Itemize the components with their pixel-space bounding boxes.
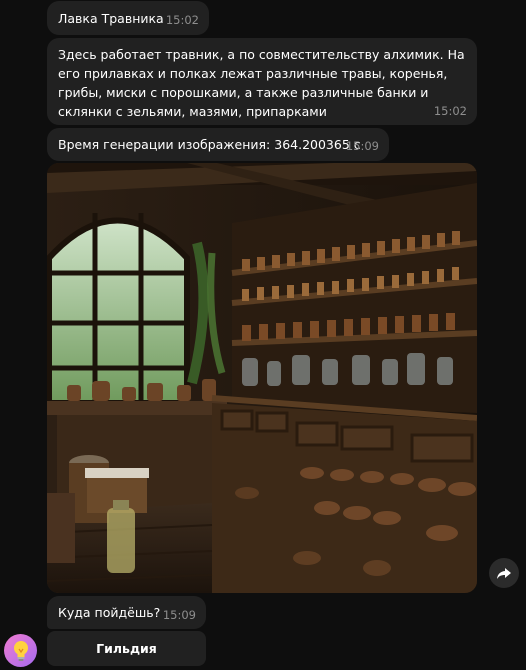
message-text: Время генерации изображения: 364.200365 … <box>58 137 361 152</box>
keyboard-button-guild[interactable]: Гильдия <box>47 631 206 666</box>
avatar[interactable] <box>4 634 37 667</box>
message-text: Здесь работает травник, а по совместител… <box>58 47 465 119</box>
message-time: 15:09 <box>345 139 379 153</box>
forward-button[interactable] <box>489 558 519 588</box>
generated-image[interactable] <box>47 163 477 593</box>
message-text: Лавка Травника <box>58 11 164 26</box>
message-time: 15:09 <box>162 608 196 622</box>
message-bubble: Куда пойдёшь? 15:09 <box>47 596 206 629</box>
lightbulb-icon <box>13 640 28 661</box>
message-time: 15:02 <box>433 104 467 118</box>
message-time: 15:02 <box>165 13 199 27</box>
message-bubble: Лавка Травника 15:02 <box>47 1 209 35</box>
chat-view: Лавка Травника 15:02 Здесь работает трав… <box>0 0 526 670</box>
forward-arrow-icon <box>497 568 511 579</box>
message-bubble: Время генерации изображения: 364.200365 … <box>47 128 389 161</box>
shop-illustration <box>47 163 477 593</box>
message-text: Куда пойдёшь? <box>58 605 161 620</box>
keyboard-button-label: Гильдия <box>96 641 157 656</box>
message-bubble: Здесь работает травник, а по совместител… <box>47 38 477 125</box>
